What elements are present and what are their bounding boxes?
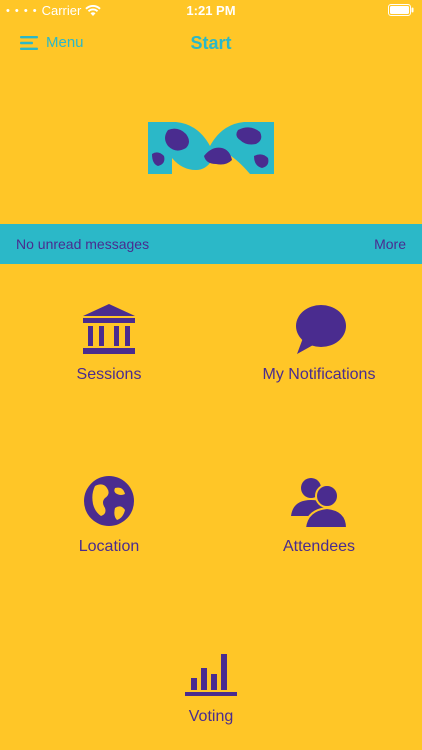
tile-attendees[interactable]: Attendees [234, 474, 404, 556]
logo-area [0, 66, 422, 224]
tile-label: Attendees [282, 538, 356, 555]
brand-logo [148, 122, 274, 174]
tile-label: Voting [188, 708, 234, 725]
tile-location[interactable]: Location [24, 474, 194, 556]
status-bar: • • • • Carrier 1:21 PM [0, 0, 422, 22]
navigation-bar: Menu Start [0, 22, 422, 66]
globe-icon [84, 476, 134, 526]
bar-chart-icon [185, 654, 237, 696]
tile-label: Location [78, 538, 140, 555]
tile-label: Sessions [76, 366, 142, 383]
battery-icon [388, 4, 414, 16]
messages-status: No unread messages [16, 236, 150, 252]
more-link[interactable]: More [374, 236, 406, 252]
page-title: Start [190, 33, 232, 53]
speech-bubble-icon [296, 305, 346, 354]
status-time: 1:21 PM [186, 3, 236, 18]
building-icon [83, 304, 135, 354]
tile-sessions[interactable]: Sessions [24, 302, 194, 384]
tile-voting[interactable]: Voting [126, 650, 296, 726]
messages-bar: No unread messages More [0, 224, 422, 264]
tile-my-notifications[interactable]: My Notifications [234, 302, 404, 384]
people-icon [291, 478, 349, 528]
tile-label: My Notifications [262, 366, 376, 383]
